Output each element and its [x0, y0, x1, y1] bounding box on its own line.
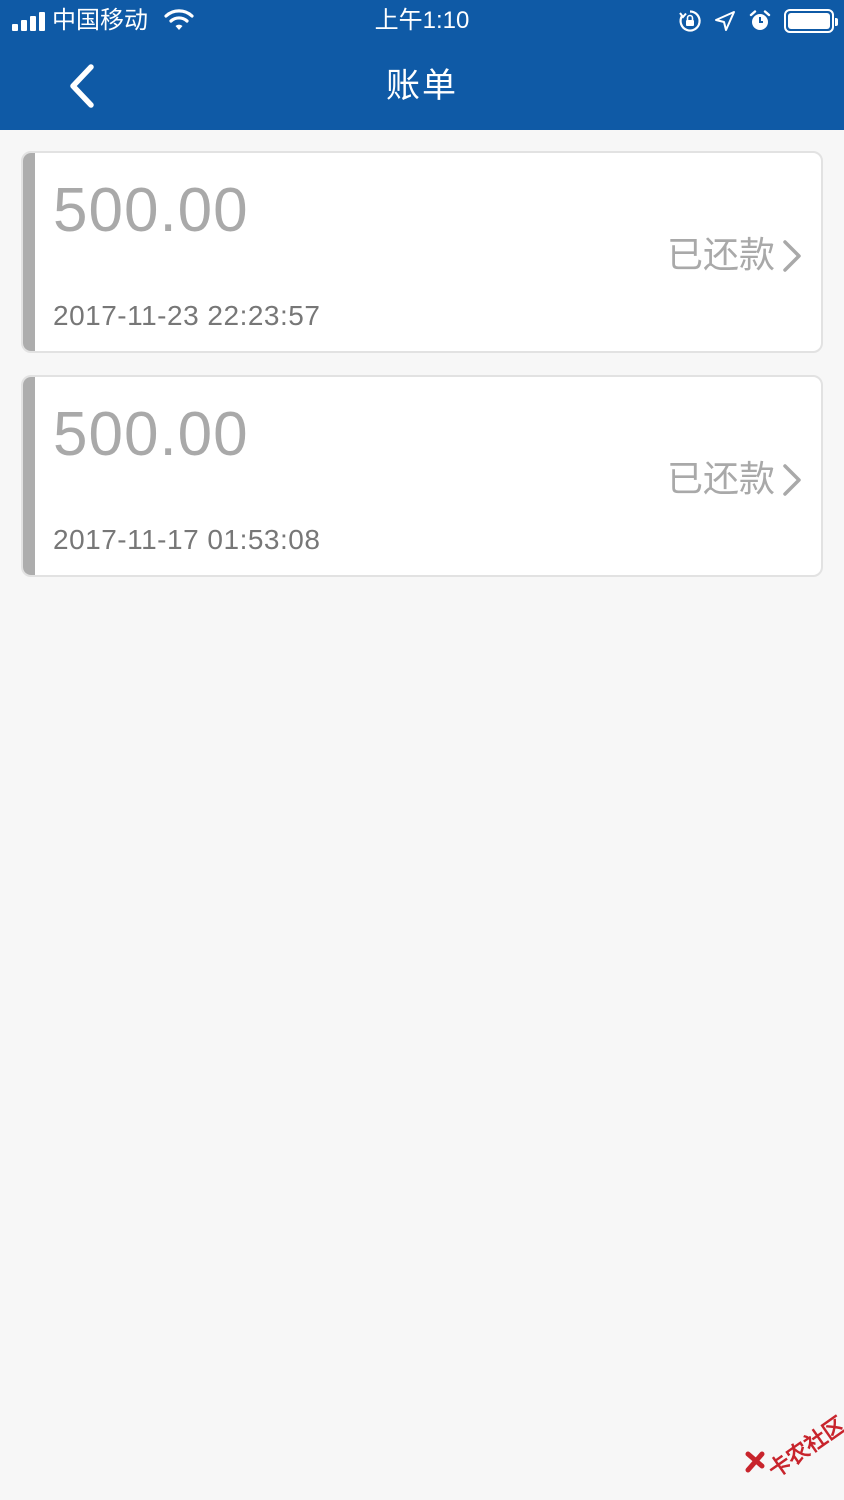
page-title: 账单 [386, 67, 458, 105]
bill-card[interactable]: 500.00 2017-11-23 22:23:57 已还款 [21, 151, 823, 353]
navigation-bar: 账单 [0, 42, 844, 130]
card-accent-bar [23, 377, 35, 575]
card-accent-bar [23, 153, 35, 351]
bill-status: 已还款 [666, 234, 775, 275]
location-arrow-icon [715, 11, 735, 31]
chevron-right-icon [783, 464, 801, 496]
bill-card[interactable]: 500.00 2017-11-17 01:53:08 已还款 [21, 375, 823, 577]
orientation-lock-icon [679, 10, 701, 32]
bill-status: 已还款 [666, 458, 775, 499]
app-header: 中国移动 上午1:10 账单 [0, 0, 844, 130]
status-icons [678, 8, 838, 34]
chevron-right-icon [783, 240, 801, 272]
bill-amount: 500.00 [53, 400, 249, 469]
bill-date: 2017-11-23 22:23:57 [53, 300, 321, 331]
alarm-clock-icon [749, 10, 771, 30]
bill-amount: 500.00 [53, 176, 249, 245]
status-bar: 中国移动 上午1:10 [0, 0, 844, 42]
battery-level [788, 13, 830, 29]
battery-icon [784, 9, 838, 33]
bill-list: 500.00 2017-11-23 22:23:57 已还款 500.00 20… [21, 151, 823, 599]
watermark-logo: 卡农社区 [740, 1404, 844, 1484]
bill-date: 2017-11-17 01:53:08 [53, 524, 321, 555]
